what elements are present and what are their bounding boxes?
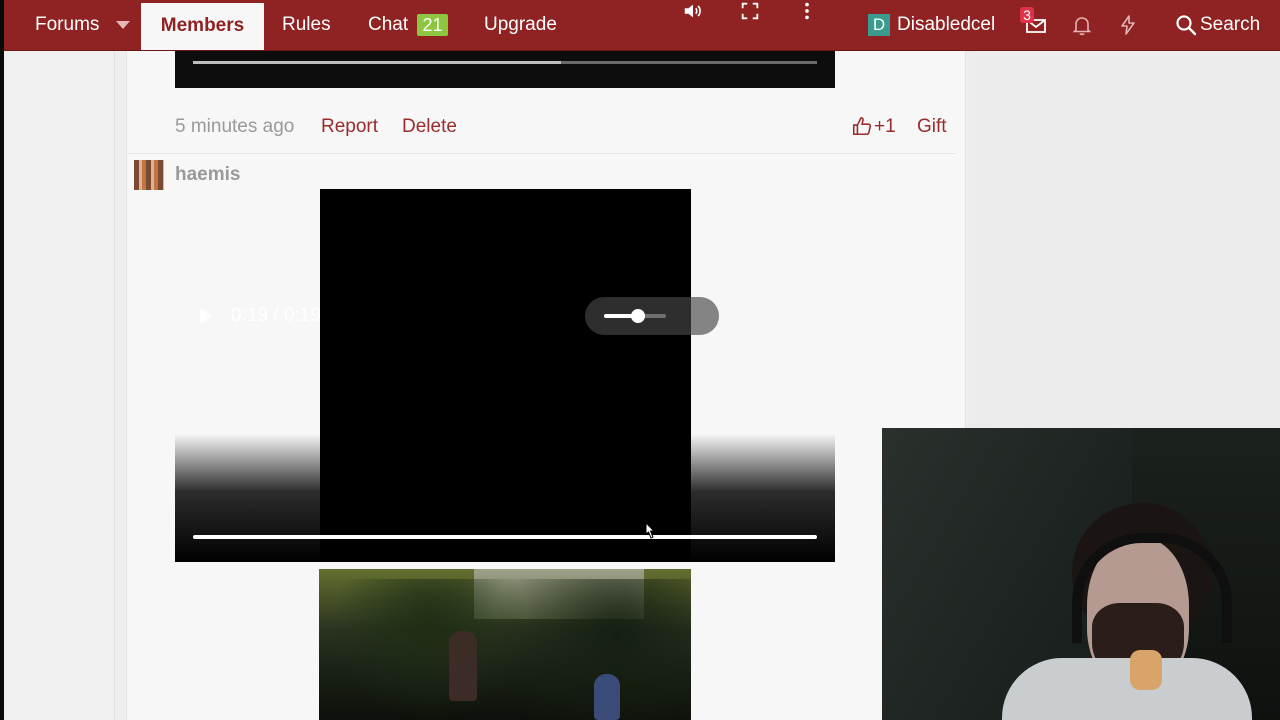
nav-rules[interactable]: Rules: [282, 0, 331, 50]
magnifier-icon[interactable]: [1174, 13, 1198, 37]
left-margin: [4, 51, 115, 720]
video-player[interactable]: [175, 189, 835, 562]
post-timestamp[interactable]: 5 minutes ago: [175, 114, 294, 140]
top-navbar: Forums Members Rules Chat 21 Upgrade D D…: [4, 0, 1280, 51]
nav-upgrade[interactable]: Upgrade: [484, 0, 557, 50]
volume-thumb[interactable]: [631, 309, 646, 323]
nav-forums[interactable]: Forums: [35, 0, 99, 50]
nav-chat[interactable]: Chat: [368, 0, 408, 50]
next-video-thumbnail[interactable]: [319, 569, 691, 720]
nav-members[interactable]: Members: [141, 3, 264, 50]
thumbnail-foliage: [319, 579, 691, 720]
video-controls-overlay: [175, 434, 835, 562]
webcam-person-shirt: [1002, 658, 1252, 720]
previous-video-seek-bar[interactable]: [193, 61, 817, 64]
previous-video-player[interactable]: [175, 51, 835, 88]
nav-username[interactable]: Disabledcel: [897, 0, 995, 50]
thumbs-up-icon[interactable]: [851, 115, 873, 137]
poster-avatar[interactable]: [134, 160, 164, 190]
video-time: 0:19 / 0:19: [231, 305, 321, 326]
mouse-cursor-icon: [645, 521, 656, 539]
thumbnail-figure: [594, 674, 620, 720]
post-divider: [128, 153, 956, 154]
thumbnail-figure: [449, 631, 477, 701]
nav-search[interactable]: Search: [1200, 0, 1260, 50]
user-avatar[interactable]: D: [868, 14, 890, 36]
bolt-icon[interactable]: [1116, 13, 1140, 37]
caret-down-icon[interactable]: [116, 21, 130, 29]
previous-video-progress: [193, 61, 562, 64]
video-seek-bar[interactable]: [193, 535, 817, 539]
webcam-overlay: [882, 428, 1280, 720]
bell-icon[interactable]: [1070, 13, 1094, 37]
chat-count-badge[interactable]: 21: [417, 14, 448, 36]
kebab-icon[interactable]: [796, 0, 818, 22]
poster-username[interactable]: haemis: [175, 163, 240, 187]
webcam-person-hand: [1130, 650, 1162, 690]
speaker-icon[interactable]: [682, 0, 704, 22]
fullscreen-icon[interactable]: [739, 0, 761, 22]
delete-link[interactable]: Delete: [402, 114, 457, 140]
inbox-count-badge[interactable]: 3: [1020, 7, 1034, 23]
play-icon[interactable]: [200, 308, 212, 324]
like-button[interactable]: +1: [874, 114, 896, 140]
gift-link[interactable]: Gift: [917, 114, 947, 140]
report-link[interactable]: Report: [321, 114, 378, 140]
webcam-headset: [1072, 533, 1232, 643]
